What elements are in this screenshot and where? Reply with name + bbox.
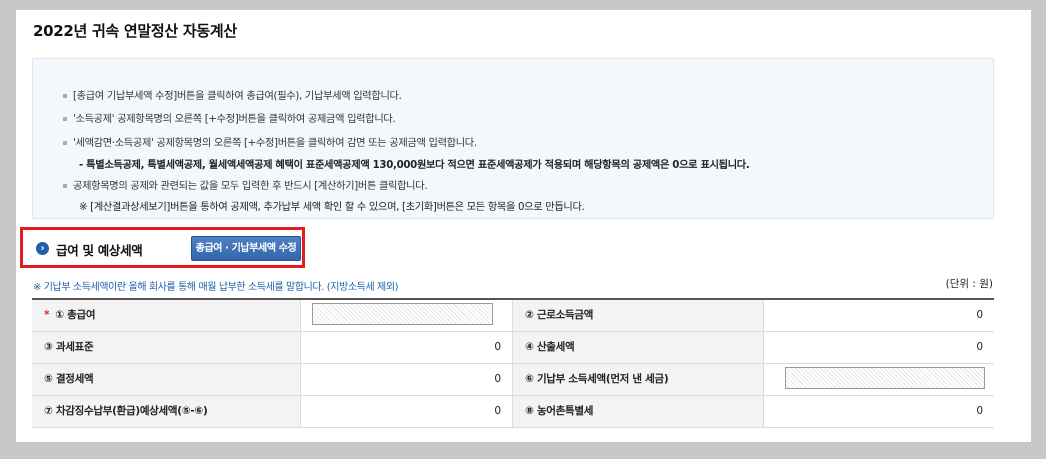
- bullet-icon: [63, 184, 67, 188]
- label-total-salary: * ① 총급여: [32, 300, 300, 331]
- bullet-icon: [63, 141, 67, 145]
- bullet-icon: [63, 94, 67, 98]
- section-arrow-icon: ›: [36, 242, 49, 255]
- total-salary-field[interactable]: [312, 303, 493, 325]
- notice-item: '세액감면·소득공제' 공제항목명의 오른쪽 [+수정]버튼을 클릭하여 감면 …: [63, 134, 477, 149]
- tax-base-value: 0: [300, 332, 512, 363]
- bullet-icon: [63, 117, 67, 121]
- notice-subnote: ※ [계산결과상세보기]버튼을 통하여 공제액, 추가납부 세액 확인 할 수 …: [79, 202, 585, 213]
- label-calculated-tax: ④ 산출세액: [512, 332, 763, 363]
- table-row: ③ 과세표준 0 ④ 산출세액 0: [32, 332, 994, 364]
- hint-text: ※ 기납부 소득세액이란 올해 회사를 통해 매월 납부한 소득세를 말합니다.…: [33, 282, 399, 293]
- content-panel: 2022년 귀속 연말정산 자동계산 [총급여 기납부세액 수정]버튼을 클릭하…: [16, 10, 1031, 442]
- required-mark: *: [44, 309, 50, 321]
- total-salary-cell: [300, 300, 512, 331]
- expected-refund-value: 0: [300, 396, 512, 427]
- notice-item: '소득공제' 공제항목명의 오른쪽 [+수정]버튼을 클릭하여 공제금액 입력합…: [63, 110, 396, 125]
- edit-salary-tax-button[interactable]: 총급여 · 기납부세액 수정: [191, 236, 301, 261]
- notice-box: [총급여 기납부세액 수정]버튼을 클릭하여 총급여(필수), 기납부세액 입력…: [32, 58, 994, 219]
- prepaid-tax-cell: [763, 364, 994, 395]
- notice-subnote: - 특별소득공제, 특별세액공제, 월세액세액공제 혜택이 표준세액공제액 13…: [79, 160, 750, 171]
- section-title: 급여 및 예상세액: [56, 243, 143, 258]
- earned-income-value: 0: [763, 300, 994, 331]
- determined-tax-value: 0: [300, 364, 512, 395]
- rural-special-tax-value: 0: [763, 396, 994, 427]
- notice-item: [총급여 기납부세액 수정]버튼을 클릭하여 총급여(필수), 기납부세액 입력…: [63, 87, 402, 102]
- unit-label: (단위 : 원): [945, 278, 993, 290]
- table-row: * ① 총급여 ② 근로소득금액 0: [32, 300, 994, 332]
- label-expected-refund: ⑦ 차감징수납부(환급)예상세액(⑤-⑥): [32, 396, 300, 427]
- tax-summary-table: * ① 총급여 ② 근로소득금액 0 ③ 과세표준 0 ④ 산출세액 0 ⑤ 결정…: [32, 298, 994, 428]
- prepaid-tax-field[interactable]: [785, 367, 985, 389]
- section-header-highlight: › 급여 및 예상세액 총급여 · 기납부세액 수정: [20, 227, 305, 268]
- table-row: ⑤ 결정세액 0 ⑥ 기납부 소득세액(먼저 낸 세금): [32, 364, 994, 396]
- calculated-tax-value: 0: [763, 332, 994, 363]
- page-title: 2022년 귀속 연말정산 자동계산: [33, 22, 237, 40]
- notice-item: 공제항목명의 공제와 관련되는 값을 모두 입력한 후 반드시 [계산하기]버튼…: [63, 177, 428, 192]
- label-determined-tax: ⑤ 결정세액: [32, 364, 300, 395]
- label-tax-base: ③ 과세표준: [32, 332, 300, 363]
- label-rural-special-tax: ⑧ 농어촌특별세: [512, 396, 763, 427]
- table-row: ⑦ 차감징수납부(환급)예상세액(⑤-⑥) 0 ⑧ 농어촌특별세 0: [32, 396, 994, 428]
- label-prepaid-tax: ⑥ 기납부 소득세액(먼저 낸 세금): [512, 364, 763, 395]
- label-earned-income: ② 근로소득금액: [512, 300, 763, 331]
